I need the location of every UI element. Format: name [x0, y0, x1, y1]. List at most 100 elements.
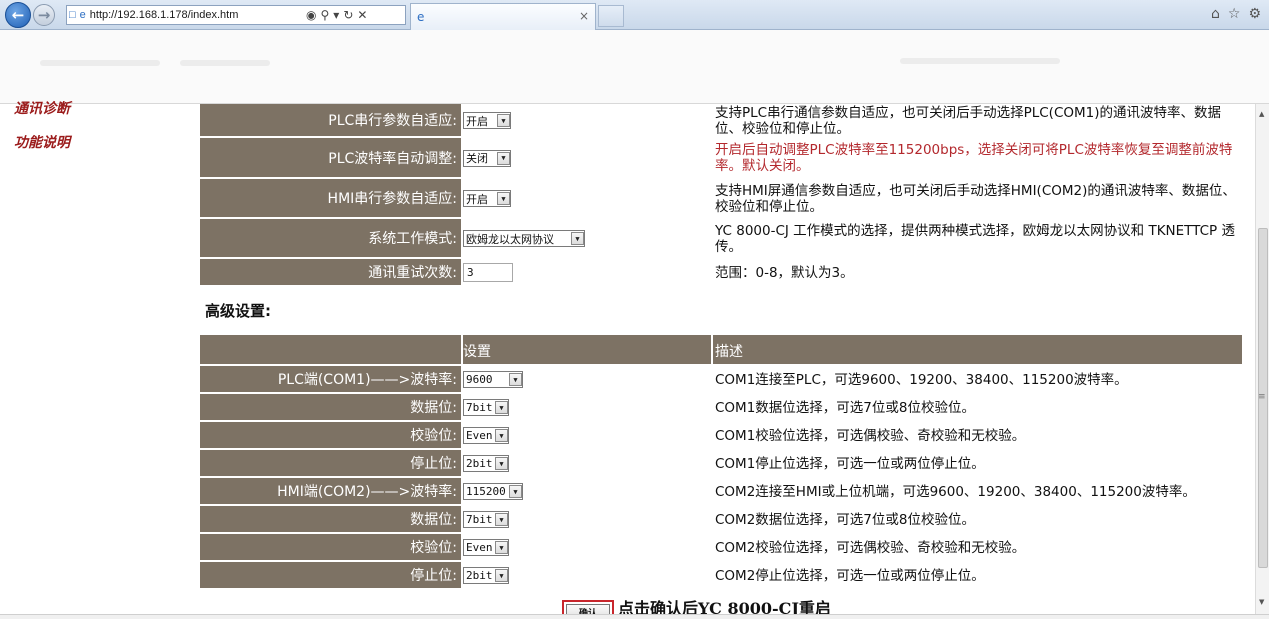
dropdown-arrow-icon[interactable]: ▼ [495, 401, 508, 414]
dropdown-icon[interactable]: ▾ [333, 8, 339, 22]
advanced-description: COM1校验位选择，可选偶校验、奇校验和无校验。 [715, 427, 1026, 444]
page-header [0, 30, 1269, 104]
vertical-scrollbar[interactable]: ▲ ≡ ▼ [1255, 104, 1269, 614]
setting-label: HMI串行参数自适应: [200, 179, 461, 218]
advanced-label: 停止位: [200, 562, 461, 589]
select-value: Even [466, 541, 493, 554]
dropdown-arrow-icon[interactable]: ▼ [495, 569, 508, 582]
setting-label: 系统工作模式: [200, 219, 461, 258]
new-tab-button[interactable] [598, 5, 624, 27]
select-value: 关闭 [466, 152, 488, 165]
setting-control: 开启 ▼ [463, 179, 511, 218]
setting-select[interactable]: 开启 ▼ [463, 190, 511, 207]
advanced-control: 7bit ▼ [463, 506, 509, 533]
advanced-description: COM1连接至PLC，可选9600、19200、38400、115200波特率。 [715, 371, 1128, 388]
refresh-icon[interactable]: ↻ [343, 8, 353, 22]
dropdown-arrow-icon[interactable]: ▼ [497, 151, 510, 165]
advanced-description: COM1数据位选择，可选7位或8位校验位。 [715, 399, 975, 416]
advanced-row: 校验位: Even ▼ COM1校验位选择，可选偶校验、奇校验和无校验。 [200, 422, 1245, 449]
menu-link-function[interactable]: 功能说明 [14, 132, 70, 152]
tab-close-icon[interactable]: × [579, 9, 589, 23]
browser-tab[interactable]: e × [410, 3, 596, 30]
stop-icon[interactable]: ✕ [357, 8, 367, 22]
advanced-row: PLC端(COM1)——>波特率: 9600 ▼ COM1连接至PLC，可选9600、… [200, 366, 1245, 393]
advanced-row: 校验位: Even ▼ COM2校验位选择，可选偶校验、奇校验和无校验。 [200, 534, 1245, 561]
select-value: 9600 [466, 373, 493, 386]
setting-label: 通讯重试次数: [200, 259, 461, 286]
browser-right-tools: ⌂ ☆ ⚙ [1211, 6, 1261, 22]
setting-description: 范围：0-8，默认为3。 [715, 264, 854, 281]
advanced-control: Even ▼ [463, 422, 509, 449]
select-value: 2bit [466, 569, 493, 582]
advanced-label: HMI端(COM2)——>波特率: [200, 478, 461, 505]
advanced-control: Even ▼ [463, 534, 509, 561]
home-icon[interactable]: ⌂ [1211, 6, 1220, 22]
header-ghost [900, 58, 1060, 64]
status-strip [0, 614, 1269, 619]
advanced-label: 数据位: [200, 394, 461, 421]
retry-count-input[interactable]: 3 [463, 263, 513, 282]
scroll-grip-icon: ≡ [1258, 392, 1266, 402]
advanced-label: 校验位: [200, 422, 461, 449]
select-value: Even [466, 429, 493, 442]
settings-row: PLC串行参数自适应: 开启 ▼ 支持PLC串行通信参数自适应，也可关闭后手动选择PL… [200, 104, 1245, 137]
setting-description: 开启后自动调整PLC波特率至115200bps，选择关闭可将PLC波特率恢复至调… [715, 142, 1233, 174]
select-value: 开启 [466, 192, 488, 206]
setting-select[interactable]: 欧姆龙以太网协议 ▼ [463, 230, 585, 247]
setting-select[interactable]: 关闭 ▼ [463, 149, 511, 167]
dropdown-arrow-icon[interactable]: ▼ [495, 457, 508, 470]
setting-label: PLC波特率自动调整: [200, 138, 461, 178]
advanced-select[interactable]: 115200 ▼ [463, 483, 523, 500]
gear-icon[interactable]: ⚙ [1248, 6, 1261, 22]
advanced-select[interactable]: 9600 ▼ [463, 371, 523, 388]
select-value: 115200 [466, 485, 506, 498]
advanced-label: PLC端(COM1)——>波特率: [200, 366, 461, 393]
left-menu: 通讯诊断 功能说明 [0, 101, 190, 604]
advanced-label: 停止位: [200, 450, 461, 477]
advanced-row: HMI端(COM2)——>波特率: 115200 ▼ COM2连接至HMI或上位机端，… [200, 478, 1245, 505]
dropdown-arrow-icon[interactable]: ▼ [509, 485, 522, 498]
settings-row: HMI串行参数自适应: 开启 ▼ 支持HMI屏通信参数自适应，也可关闭后手动选择HMI… [200, 179, 1245, 218]
back-icon[interactable]: ← [5, 2, 31, 28]
advanced-select[interactable]: 7bit ▼ [463, 511, 509, 528]
scroll-down-icon[interactable]: ▼ [1259, 598, 1264, 606]
advanced-select[interactable]: Even ▼ [463, 539, 509, 556]
settings-row: 通讯重试次数: 3 范围：0-8，默认为3。 [200, 259, 1245, 286]
advanced-select[interactable]: 7bit ▼ [463, 399, 509, 416]
setting-control: 关闭 ▼ [463, 138, 511, 178]
header-ghost [180, 60, 270, 66]
advanced-heading: 高级设置: [205, 302, 271, 320]
compat-icon[interactable]: ◉ [306, 8, 316, 22]
tab-icon: e [417, 10, 425, 24]
setting-label: PLC串行参数自适应: [200, 104, 461, 137]
advanced-select[interactable]: 2bit ▼ [463, 455, 509, 472]
dropdown-arrow-icon[interactable]: ▼ [495, 541, 508, 554]
select-value: 7bit [466, 513, 493, 526]
search-icon[interactable]: ⚲ [320, 8, 329, 22]
advanced-description: COM2校验位选择，可选偶校验、奇校验和无校验。 [715, 539, 1026, 556]
advanced-control: 2bit ▼ [463, 562, 509, 589]
dropdown-arrow-icon[interactable]: ▼ [509, 373, 522, 386]
forward-icon[interactable]: → [33, 4, 55, 26]
advanced-control: 115200 ▼ [463, 478, 523, 505]
dropdown-arrow-icon[interactable]: ▼ [571, 232, 584, 245]
menu-link-diagnostics[interactable]: 通讯诊断 [14, 98, 70, 118]
dropdown-arrow-icon[interactable]: ▼ [497, 114, 510, 127]
select-value: 欧姆龙以太网协议 [466, 232, 554, 246]
col-setting: 设置 [463, 344, 491, 360]
header-ghost [40, 60, 160, 66]
header-separator [711, 335, 713, 364]
advanced-label: 数据位: [200, 506, 461, 533]
advanced-select[interactable]: Even ▼ [463, 427, 509, 444]
setting-description: 支持PLC串行通信参数自适应，也可关闭后手动选择PLC(COM1)的通讯波特率、… [715, 104, 1221, 137]
advanced-select[interactable]: 2bit ▼ [463, 567, 509, 584]
star-icon[interactable]: ☆ [1228, 6, 1241, 22]
advanced-description: COM2停止位选择，可选一位或两位停止位。 [715, 567, 985, 584]
dropdown-arrow-icon[interactable]: ▼ [497, 192, 510, 205]
setting-control: 3 [463, 259, 513, 286]
dropdown-arrow-icon[interactable]: ▼ [495, 429, 508, 442]
scroll-up-icon[interactable]: ▲ [1259, 110, 1264, 118]
dropdown-arrow-icon[interactable]: ▼ [495, 513, 508, 526]
setting-select[interactable]: 开启 ▼ [463, 112, 511, 129]
setting-description: YC 8000-CJ 工作模式的选择，提供两种模式选择，欧姆龙以太网协议和 TK… [715, 222, 1235, 255]
